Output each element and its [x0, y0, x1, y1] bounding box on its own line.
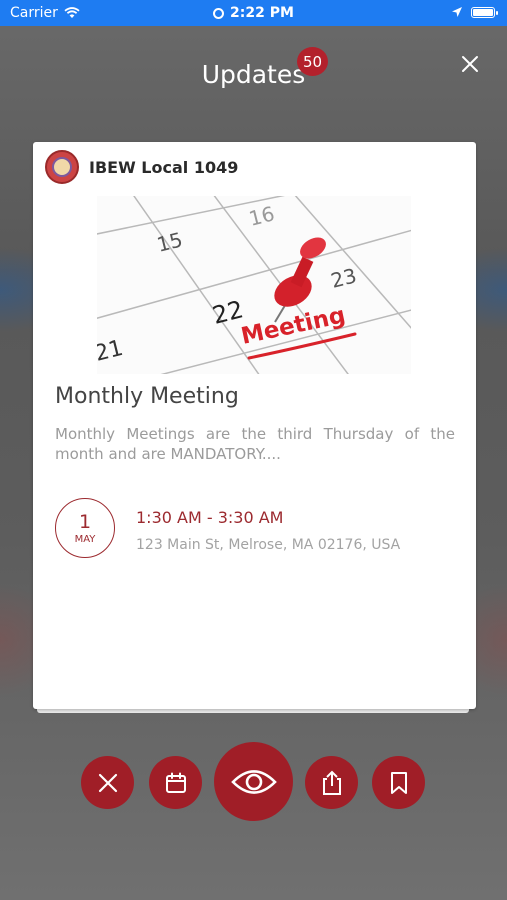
action-bar: [0, 742, 507, 822]
alarm-clock-icon: [213, 8, 225, 19]
location-arrow-icon: [452, 7, 462, 17]
event-title: Monthly Meeting: [55, 384, 239, 409]
share-icon: [322, 770, 341, 795]
eye-icon: [230, 769, 277, 794]
event-address[interactable]: 123 Main St, Melrose, MA 02176, USA: [136, 537, 400, 553]
updates-count-badge: 50: [297, 47, 328, 76]
org-name: IBEW Local 1049: [89, 157, 239, 177]
status-bar: Carrier 2:22 PM: [0, 0, 507, 26]
card-org-header: IBEW Local 1049: [45, 150, 238, 184]
event-time-range: 1:30 AM - 3:30 AM: [136, 508, 284, 527]
view-button[interactable]: [214, 742, 293, 821]
event-month: MAY: [74, 533, 96, 545]
event-date: 1 MAY: [55, 498, 115, 558]
status-time: 2:22 PM: [230, 5, 294, 21]
bookmark-button[interactable]: [372, 756, 425, 809]
dismiss-button[interactable]: [81, 756, 134, 809]
bookmark-icon: [390, 771, 407, 794]
org-logo: [45, 150, 79, 184]
close-icon[interactable]: [461, 55, 479, 73]
event-image: 15 16 21 22 23 Meeting: [97, 196, 411, 374]
event-day: 1: [78, 510, 92, 533]
update-card[interactable]: IBEW Local 1049 15 16 21 22 23 Meeting M…: [33, 142, 476, 709]
page-title: Updates: [201, 60, 306, 89]
event-description: Monthly Meetings are the third Thursday …: [55, 425, 455, 463]
share-button[interactable]: [305, 756, 358, 809]
battery-icon: [471, 6, 498, 18]
add-to-calendar-button[interactable]: [149, 756, 202, 809]
close-icon: [98, 773, 117, 792]
calendar-icon: [165, 772, 186, 793]
